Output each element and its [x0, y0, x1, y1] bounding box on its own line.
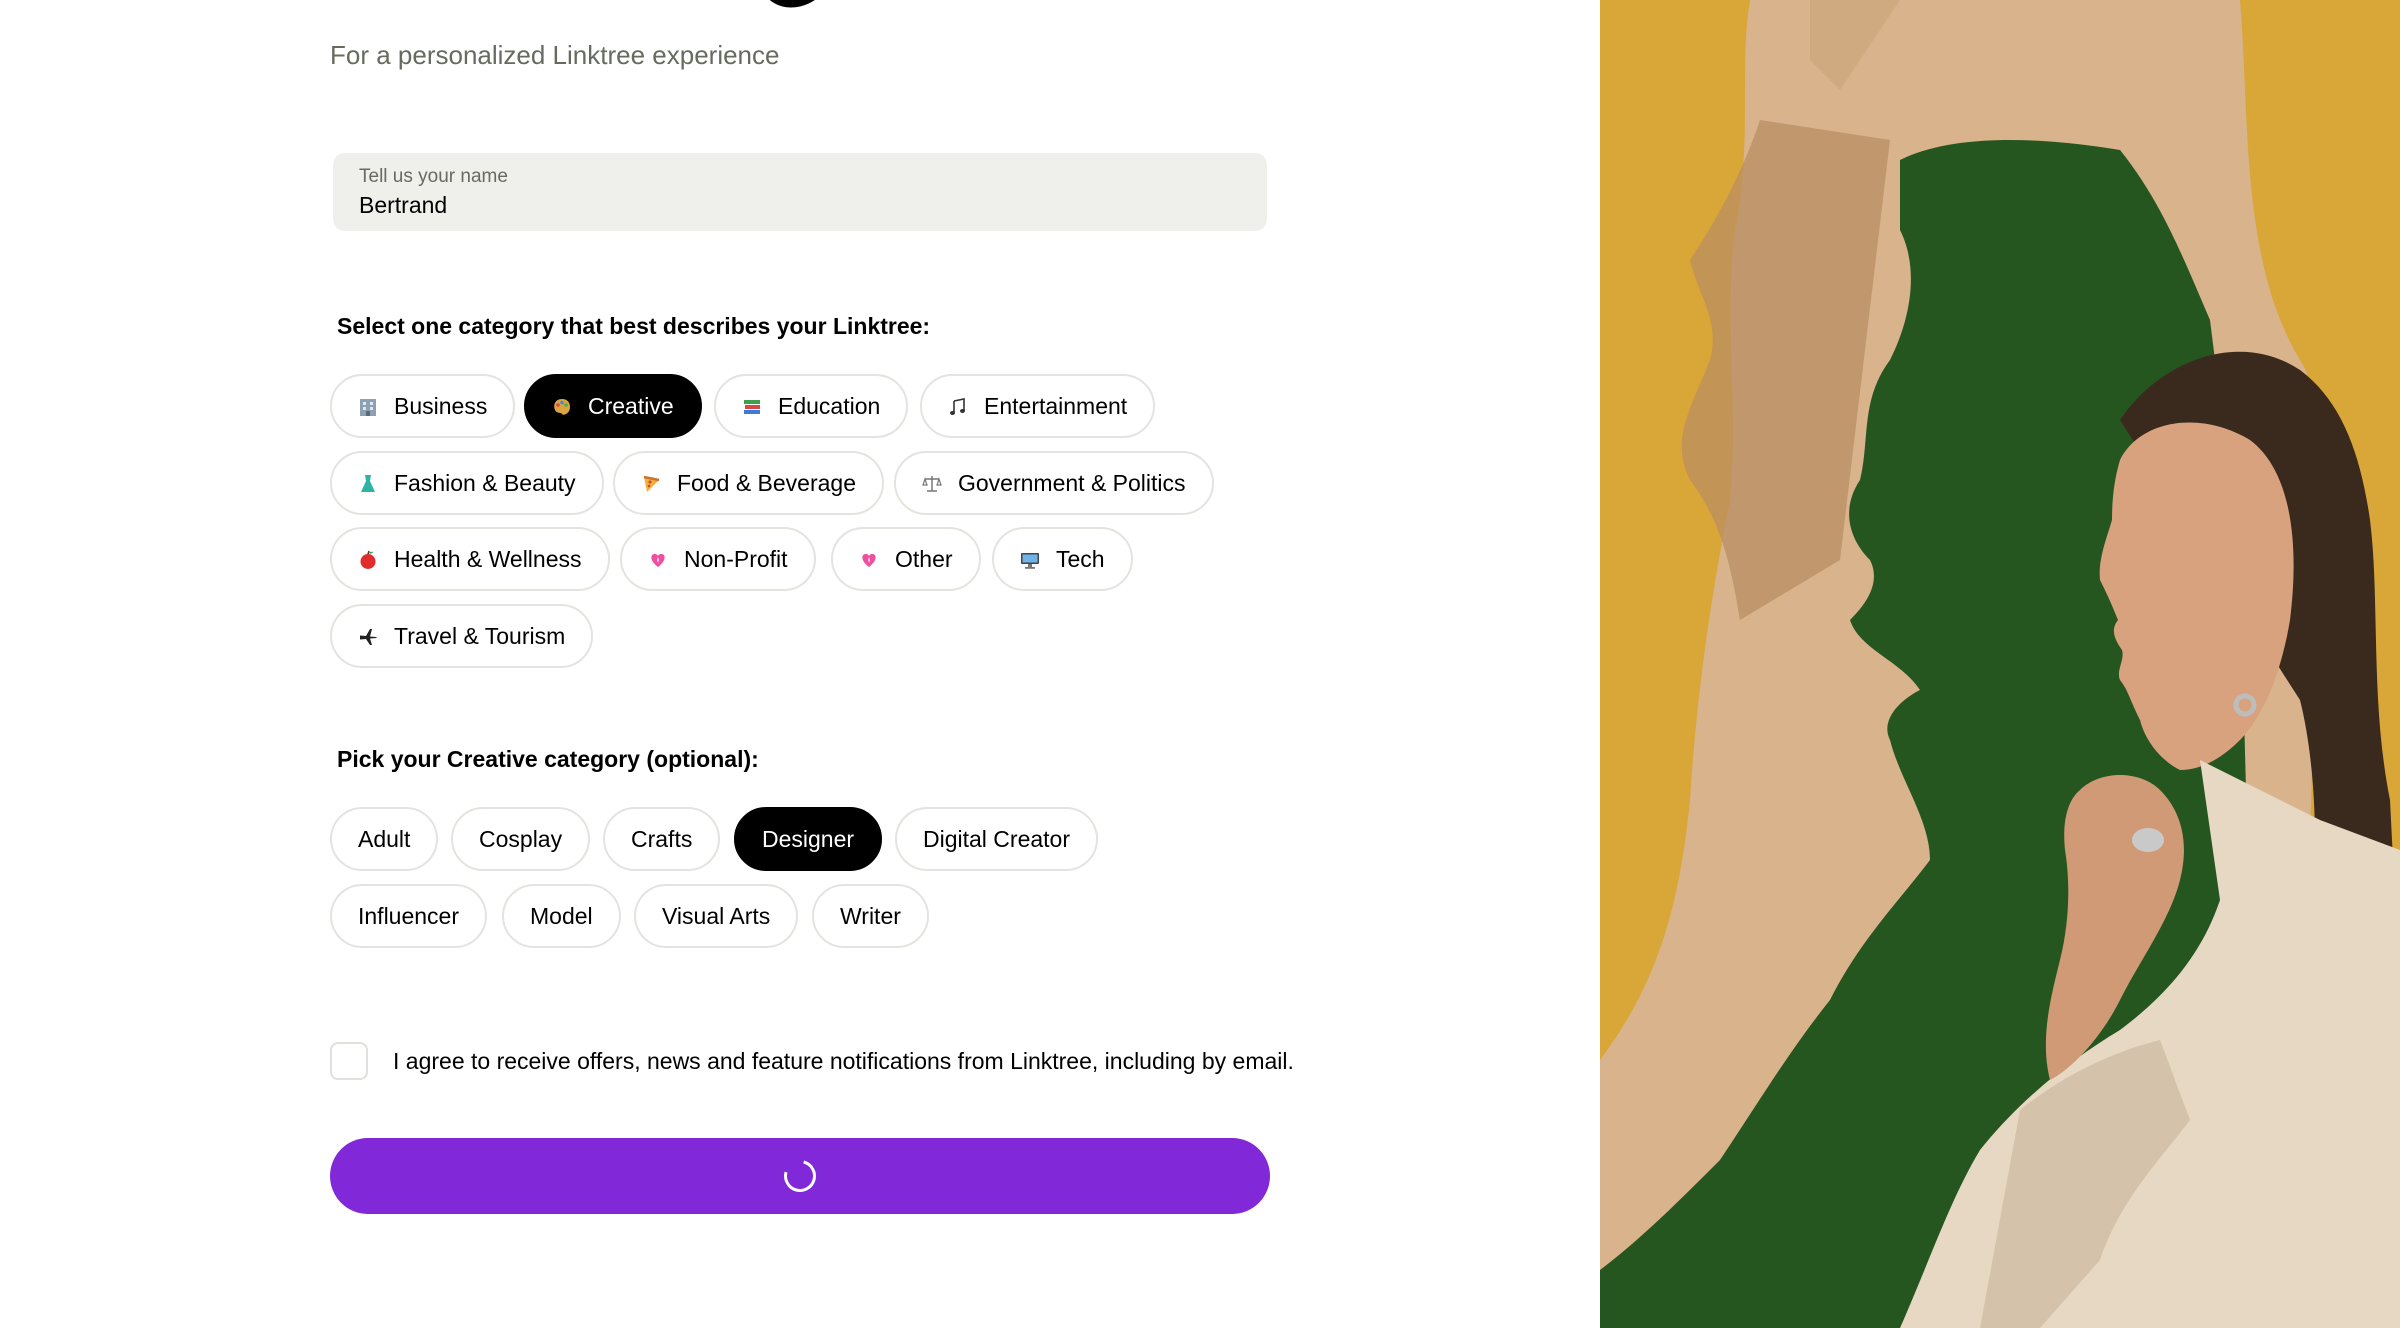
page-subtitle: For a personalized Linktree experience — [330, 40, 780, 70]
subcategory-chip-model[interactable]: Model — [502, 884, 621, 948]
name-field-value[interactable]: Bertrand — [359, 192, 447, 219]
category-chip-label: Non-Profit — [684, 545, 788, 572]
subcategory-chip-label: Digital Creator — [923, 825, 1070, 852]
category-chip-label: Travel & Tourism — [394, 622, 566, 649]
signup-form-panel: For a personalized Linktree experience T… — [0, 0, 1600, 1328]
subcategory-chip-adult[interactable]: Adult — [330, 807, 439, 871]
loading-spinner-icon — [778, 1154, 822, 1198]
subcategory-chip-label: Writer — [840, 902, 901, 929]
category-chip-fashion-beauty[interactable]: Fashion & Beauty — [330, 451, 604, 515]
musical-notes-icon — [948, 396, 968, 416]
books-icon — [742, 396, 762, 416]
subcategory-chip-label: Adult — [358, 825, 411, 852]
category-chip-health-wellness[interactable]: Health & Wellness — [330, 527, 610, 591]
artist-palette-icon — [552, 396, 572, 416]
category-chip-label: Tech — [1056, 545, 1105, 572]
category-chip-label: Entertainment — [984, 392, 1128, 419]
desktop-computer-icon — [1020, 549, 1040, 569]
category-chip-business[interactable]: Business — [330, 374, 516, 438]
subcategory-chip-label: Influencer — [358, 902, 460, 929]
subcategory-chip-visual-arts[interactable]: Visual Arts — [634, 884, 799, 948]
office-building-icon — [358, 396, 378, 416]
category-chip-travel-tourism[interactable]: Travel & Tourism — [330, 604, 594, 668]
dress-icon — [358, 473, 378, 493]
subcategory-chip-writer[interactable]: Writer — [812, 884, 929, 948]
category-chip-other[interactable]: Other — [831, 527, 981, 591]
balance-scale-icon — [922, 473, 942, 493]
pizza-icon — [641, 473, 661, 493]
category-chip-label: Business — [394, 392, 488, 419]
subcategory-chip-label: Visual Arts — [662, 902, 771, 929]
continue-button[interactable] — [330, 1138, 1270, 1214]
airplane-icon — [358, 626, 378, 646]
sparkling-heart-icon — [648, 549, 668, 569]
subcategory-chip-influencer[interactable]: Influencer — [330, 884, 488, 948]
category-chip-food-beverage[interactable]: Food & Beverage — [613, 451, 885, 515]
category-chip-entertainment[interactable]: Entertainment — [920, 374, 1156, 438]
apple-icon — [358, 549, 378, 569]
consent-text: I agree to receive offers, news and feat… — [393, 1048, 1294, 1074]
sparkling-heart-icon — [859, 549, 879, 569]
category-chip-label: Fashion & Beauty — [394, 469, 576, 496]
category-chip-label: Other — [895, 545, 953, 572]
category-chip-label: Government & Politics — [958, 469, 1186, 496]
subcategory-chip-label: Crafts — [631, 825, 693, 852]
name-field-label: Tell us your name — [359, 166, 508, 187]
subcategory-chip-crafts[interactable]: Crafts — [603, 807, 721, 871]
subcategory-section-label: Pick your Creative category (optional): — [337, 746, 759, 772]
category-chip-label: Creative — [588, 392, 674, 419]
category-chip-label: Health & Wellness — [394, 545, 582, 572]
category-chip-non-profit[interactable]: Non-Profit — [620, 527, 816, 591]
subcategory-chip-label: Cosplay — [479, 825, 563, 852]
category-section-label: Select one category that best describes … — [337, 313, 931, 339]
category-chip-creative[interactable]: Creative — [524, 374, 702, 438]
category-chip-education[interactable]: Education — [714, 374, 909, 438]
hero-illustration — [1600, 0, 2400, 1328]
category-chip-tech[interactable]: Tech — [992, 527, 1133, 591]
consent-checkbox[interactable] — [330, 1042, 368, 1080]
subcategory-chip-cosplay[interactable]: Cosplay — [451, 807, 591, 871]
category-chip-government-politics[interactable]: Government & Politics — [894, 451, 1214, 515]
subcategory-chip-label: Model — [530, 902, 593, 929]
hero-collage-image — [1600, 0, 2400, 1328]
subcategory-chip-label: Designer — [762, 825, 855, 852]
subcategory-chip-designer[interactable]: Designer — [734, 807, 883, 871]
category-chip-label: Education — [778, 392, 881, 419]
subcategory-chip-digital-creator[interactable]: Digital Creator — [895, 807, 1098, 871]
category-chip-label: Food & Beverage — [677, 469, 857, 496]
name-field[interactable]: Tell us your name Bertrand — [333, 153, 1267, 231]
page-heading-fragment — [770, 0, 815, 8]
